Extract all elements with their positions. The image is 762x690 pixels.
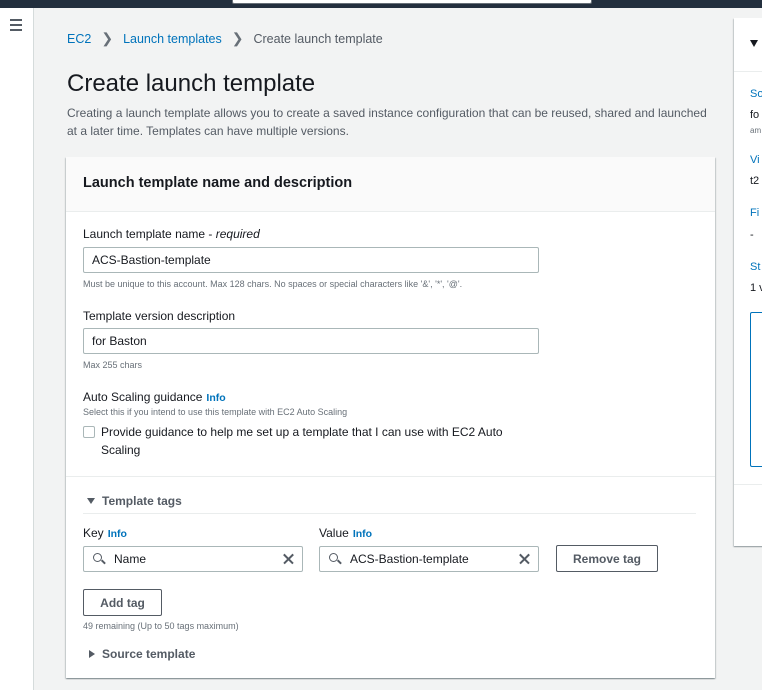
side-item-value: 1 v (750, 282, 762, 294)
tag-key-info-link[interactable]: Info (108, 528, 127, 540)
hamburger-menu-icon[interactable] (10, 19, 24, 33)
caret-down-icon (87, 498, 95, 504)
page-description: Creating a launch template allows you to… (67, 106, 707, 138)
template-tags-toggle[interactable]: Template tags (87, 494, 182, 508)
autoscaling-info-link[interactable]: Info (206, 392, 225, 404)
breadcrumb-launch-templates-link[interactable]: Launch templates (123, 32, 222, 46)
panel-title: Launch template name and description (66, 157, 715, 212)
remove-tag-button[interactable]: Remove tag (556, 545, 658, 572)
breadcrumb: EC2 ❯ Launch templates ❯ Create launch t… (67, 30, 383, 47)
side-item-label[interactable]: Vi (750, 154, 762, 166)
chevron-right-icon: ❯ (101, 30, 114, 46)
autoscaling-guidance-checkbox[interactable] (83, 426, 95, 438)
caret-down-icon[interactable] (750, 40, 758, 47)
source-template-toggle[interactable]: Source template (89, 647, 195, 661)
side-item-value: t2 (750, 175, 760, 187)
template-tags-title: Template tags (102, 494, 182, 508)
tag-value-label: Value Info (319, 526, 373, 540)
autoscaling-guidance-label: Auto Scaling guidance Info (83, 390, 226, 404)
tags-remaining-text: 49 remaining (Up to 50 tags maximum) (83, 621, 239, 631)
section-divider (66, 476, 715, 477)
tags-divider (83, 513, 696, 514)
source-template-title: Source template (102, 647, 196, 661)
summary-side-panel: So fo am Vi t2 Fi - St 1 v (734, 18, 762, 546)
side-item-sub: am (750, 126, 762, 135)
search-icon (320, 547, 346, 571)
side-divider (734, 71, 762, 72)
clear-icon[interactable] (278, 547, 302, 571)
template-name-label: Launch template name - required (83, 227, 260, 241)
side-navigation-rail (0, 8, 34, 690)
add-tag-button[interactable]: Add tag (83, 589, 162, 616)
tag-value-input[interactable]: ACS-Bastion-template (319, 546, 539, 572)
side-info-box (750, 312, 762, 467)
side-item-value: fo (750, 109, 760, 121)
page-title: Create launch template (67, 70, 316, 97)
top-navigation-bar (0, 0, 762, 8)
version-description-input[interactable] (83, 328, 539, 354)
autoscaling-guidance-checkbox-label[interactable]: Provide guidance to help me set up a tem… (101, 423, 521, 459)
tag-key-value: Name (114, 552, 147, 566)
tag-value-info-link[interactable]: Info (353, 528, 372, 540)
side-item-label[interactable]: So (750, 88, 762, 100)
clear-icon[interactable] (514, 547, 538, 571)
side-item-value: - (750, 229, 754, 241)
tag-key-input[interactable]: Name (83, 546, 303, 572)
tag-key-label: Key Info (83, 526, 127, 540)
tag-value-value: ACS-Bastion-template (350, 552, 469, 566)
version-description-hint: Max 255 chars (83, 360, 143, 370)
global-search-bar[interactable] (232, 0, 592, 4)
template-name-input[interactable] (83, 247, 539, 273)
caret-right-icon (89, 650, 95, 658)
side-item-label[interactable]: St (750, 261, 762, 273)
chevron-right-icon: ❯ (231, 30, 244, 46)
template-name-hint: Must be unique to this account. Max 128 … (83, 279, 463, 289)
launch-template-name-panel: Launch template name and description Lau… (66, 157, 715, 678)
breadcrumb-ec2-link[interactable]: EC2 (67, 32, 91, 46)
side-item-label[interactable]: Fi (750, 207, 762, 219)
side-divider (734, 484, 762, 485)
autoscaling-hint: Select this if you intend to use this te… (83, 407, 348, 417)
breadcrumb-current: Create launch template (253, 31, 383, 46)
version-description-label: Template version description (83, 309, 236, 323)
search-icon (84, 547, 110, 571)
